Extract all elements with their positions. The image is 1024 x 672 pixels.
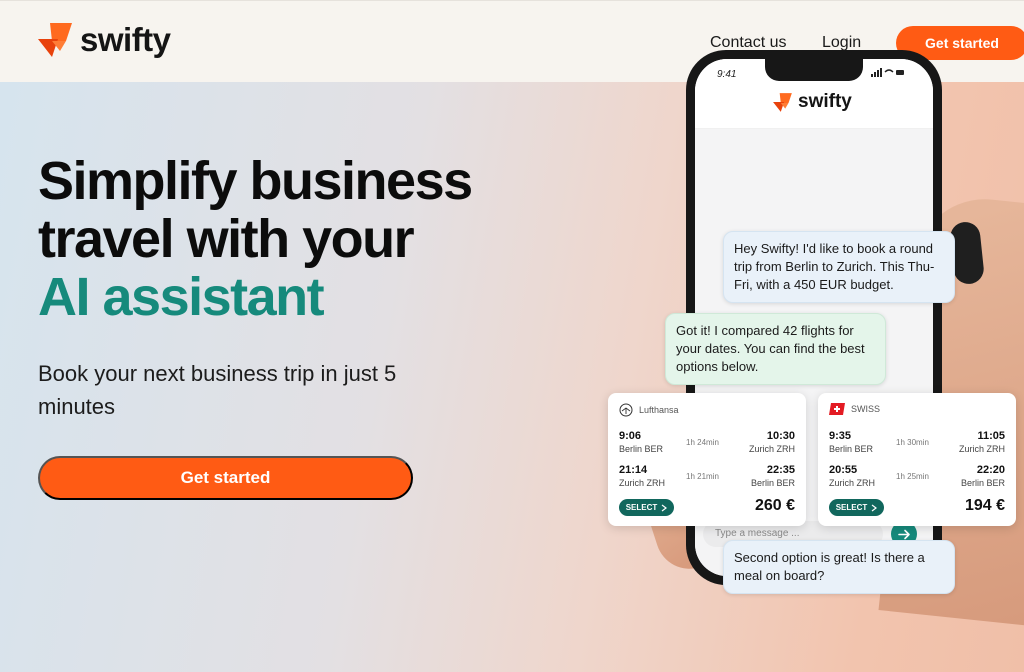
departure-time: 9:06 [619,430,642,442]
swifty-logo-icon [773,92,792,112]
flight-price: 194 € [964,497,1005,514]
app-logo: swifty [773,91,852,113]
arrival-city: Zurich ZRH [958,444,1005,454]
hero-title-line1: Simplify business [38,151,473,211]
lufthansa-logo-icon [619,403,633,417]
arrival-time: 11:05 [977,430,1005,442]
app-brand-name: swifty [798,91,852,112]
select-flight-button[interactable]: SELECT [829,499,884,516]
hero-title-line2: travel with your [38,209,415,269]
chevron-right-icon [871,504,878,511]
flight-card-swiss[interactable]: SWISS 9:35 Berlin BER 1h 30min 11:05 Zur… [818,393,1016,526]
signal-icon [871,68,904,77]
departure-city: Berlin BER [829,444,874,454]
flight-price: 260 € [754,497,795,514]
chat-message-user: Second option is great! Is there a meal … [723,540,955,594]
return-segment: 20:55 Zurich ZRH 1h 25min 22:20 Berlin B… [829,464,1005,494]
flight-duration: 1h 21min [686,472,719,481]
arrival-city: Berlin BER [750,478,795,488]
departure-city: Zurich ZRH [619,478,666,488]
departure-time: 20:55 [829,464,858,476]
hero-title: Simplify business travel with your AI as… [38,151,473,327]
arrow-right-icon [897,529,910,539]
chat-message-assistant: Got it! I compared 42 flights for your d… [665,313,886,385]
departure-city: Zurich ZRH [829,478,876,488]
status-icons [871,68,905,79]
chat-message-user: Hey Swifty! I'd like to book a round tri… [723,231,955,303]
flight-card-lufthansa[interactable]: Lufthansa 9:06 Berlin BER 1h 24min 10:30… [608,393,806,526]
airline-header: SWISS [829,403,880,415]
departure-city: Berlin BER [619,444,664,454]
arrival-city: Zurich ZRH [748,444,795,454]
hero-get-started-button[interactable]: Get started [38,456,413,500]
brand-logo[interactable]: swifty [38,21,171,59]
app-header: 9:41 swifty [695,59,933,129]
brand-name: swifty [80,21,171,58]
flight-duration: 1h 24min [686,438,719,447]
hero-subtitle: Book your next business trip in just 5 m… [38,361,397,419]
departure-time: 9:35 [829,430,852,442]
departure-time: 21:14 [619,464,648,476]
flight-duration: 1h 25min [896,472,929,481]
airline-name: Lufthansa [639,405,679,415]
arrival-city: Berlin BER [960,478,1005,488]
hero-title-accent: AI assistant [38,267,325,327]
outbound-segment: 9:35 Berlin BER 1h 30min 11:05 Zurich ZR… [829,430,1005,460]
phone-notch [765,59,863,81]
select-label: SELECT [835,503,868,512]
select-flight-button[interactable]: SELECT [619,499,674,516]
outbound-segment: 9:06 Berlin BER 1h 24min 10:30 Zurich ZR… [619,430,795,460]
arrival-time: 10:30 [766,430,795,442]
status-time: 9:41 [717,69,737,80]
arrival-time: 22:35 [766,464,795,476]
airline-header: Lufthansa [619,403,679,417]
swiss-logo-icon [829,403,845,415]
swifty-logo-icon [38,23,72,57]
chevron-right-icon [661,504,668,511]
arrival-time: 22:20 [976,464,1005,476]
select-label: SELECT [625,503,658,512]
return-segment: 21:14 Zurich ZRH 1h 21min 22:35 Berlin B… [619,464,795,494]
flight-duration: 1h 30min [896,438,929,447]
airline-name: SWISS [851,404,881,414]
